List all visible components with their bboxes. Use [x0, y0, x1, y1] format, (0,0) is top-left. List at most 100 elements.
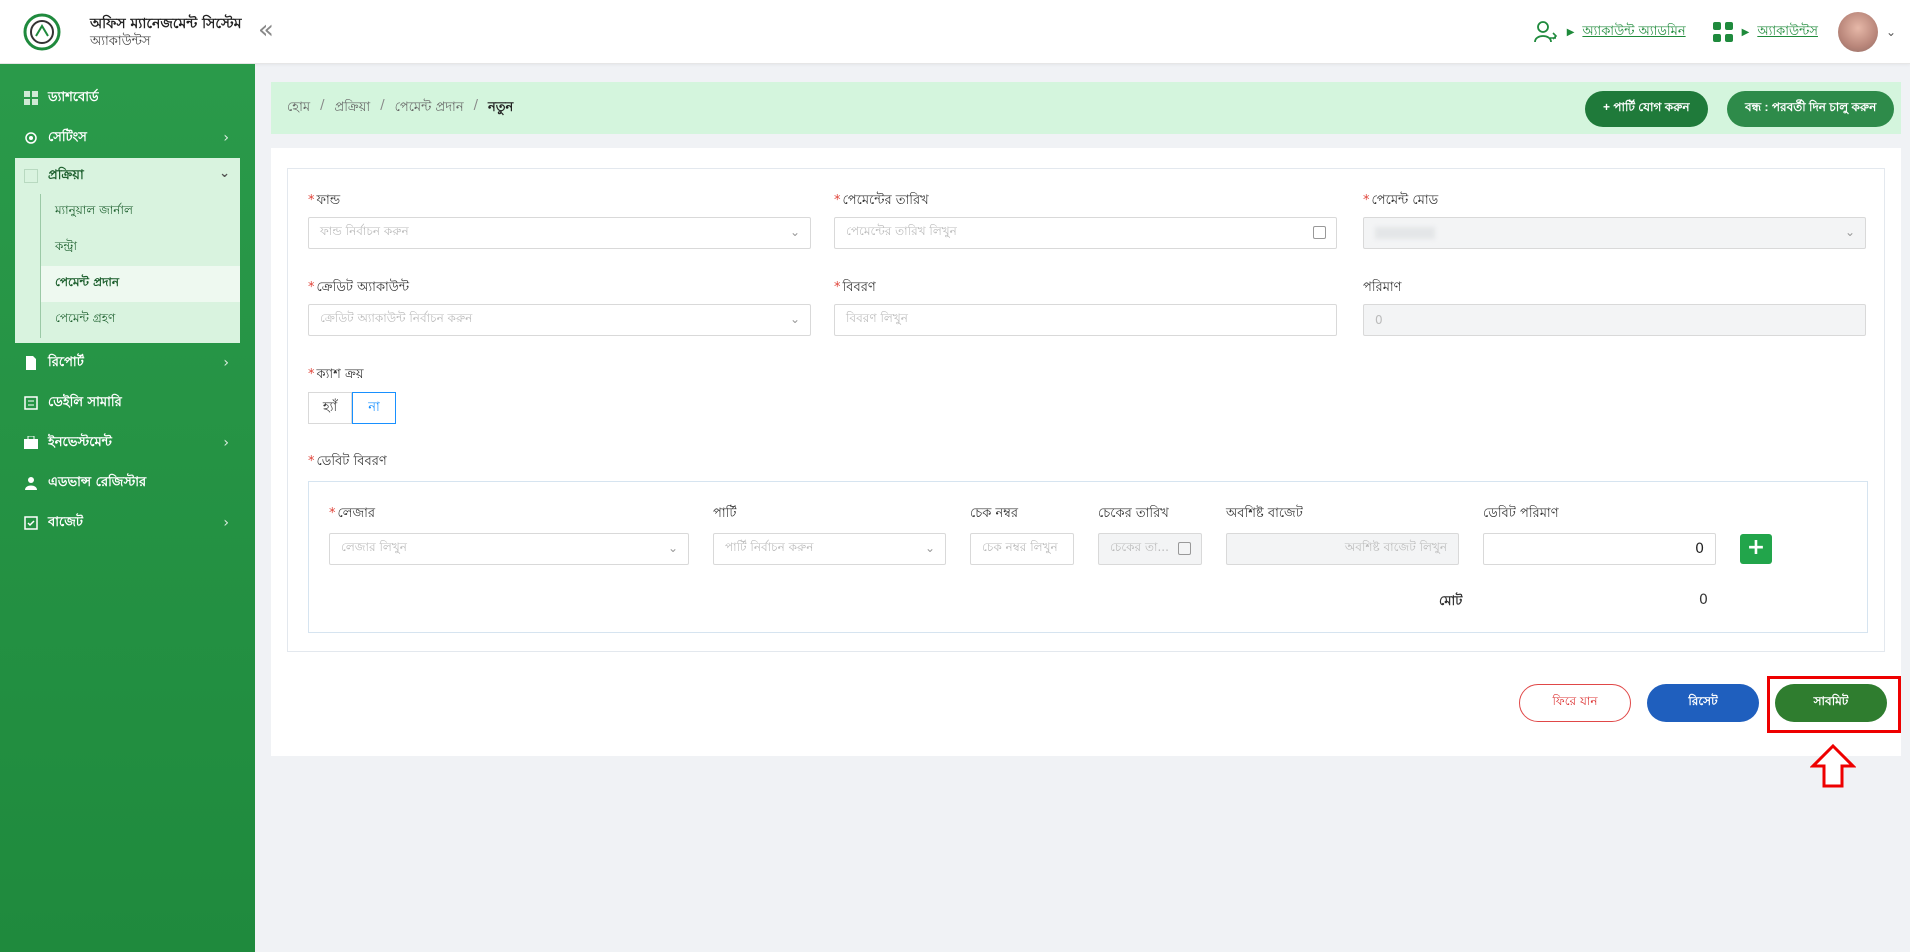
breadcrumb-separator: / — [473, 98, 478, 113]
gear-icon — [24, 131, 38, 145]
sidebar-item-label: বাজেট — [48, 514, 83, 530]
sidebar-item-label: সেটিংস — [48, 129, 87, 145]
ledger-label: * লেজার — [329, 506, 376, 521]
caret-right-icon: ▶ — [1741, 26, 1750, 38]
debit-amount-input[interactable]: 0 — [1483, 533, 1716, 565]
sidebar-item-advance-register[interactable]: এডভান্স রেজিস্টার — [0, 463, 255, 503]
payment-mode-select[interactable]: ⌄ — [1363, 217, 1866, 249]
sidebar-item-budget[interactable]: বাজেট › — [0, 503, 255, 543]
process-submenu-list: ম্যানুয়াল জার্নাল কন্ট্রা পেমেন্ট প্রদা… — [40, 194, 240, 338]
payment-date-input[interactable]: পেমেন্টের তারিখ লিখুন — [834, 217, 1337, 249]
chevron-down-icon: ⌄ — [789, 225, 800, 239]
mra-logo-icon — [23, 13, 61, 51]
main-panel: * ফান্ড ফান্ড নির্বাচন করুন ⌄ * পেমেন্টের … — [271, 148, 1901, 756]
top-header: অফিস ম্যানেজমেন্ট সিস্টেম অ্যাকাউন্টস « … — [0, 0, 1910, 64]
breadcrumb-bar: হোম / প্রক্রিয়া / পেমেন্ট প্রদান / নতুন… — [271, 82, 1901, 134]
chevron-right-icon: › — [223, 515, 229, 531]
chevron-down-icon: ⌄ — [924, 541, 935, 555]
cheque-number-input[interactable]: চেক নম্বর লিখুন — [970, 533, 1074, 565]
apps-grid-icon[interactable] — [1712, 21, 1734, 43]
remaining-budget-input: অবশিষ্ট বাজেট লিখুন — [1226, 533, 1459, 565]
blurred-value — [1375, 227, 1435, 239]
cash-yes-option[interactable]: হ্যাঁ — [308, 392, 352, 424]
module-link[interactable]: অ্যাকাউন্টস — [1757, 22, 1818, 43]
dashboard-icon — [24, 91, 38, 105]
total-label: মোট — [1439, 594, 1463, 609]
sidebar-subitem-payment-give[interactable]: পেমেন্ট প্রদান — [41, 266, 240, 302]
credit-account-label: * ক্রেডিট অ্যাকাউন্ট — [308, 280, 410, 295]
cheque-date-label: চেকের তারিখ — [1098, 506, 1169, 521]
sidebar-item-label: ডেইলি সামারি — [48, 394, 122, 410]
credit-account-select[interactable]: ক্রেডিট অ্যাকাউন্ট নির্বাচন করুন ⌄ — [308, 304, 811, 336]
header-right: ▶ অ্যাকাউন্ট অ্যাডমিন ▶ অ্যাকাউন্টস ⌄ — [1533, 12, 1896, 52]
cash-purchase-label: * ক্যাশ ক্রয় — [308, 367, 364, 382]
sidebar-item-settings[interactable]: সেটিংস › — [0, 118, 255, 158]
chevron-right-icon: › — [223, 130, 229, 146]
fund-label: * ফান্ড — [308, 193, 341, 208]
breadcrumb-separator: / — [380, 98, 385, 113]
party-select[interactable]: পার্টি নির্বাচন করুন ⌄ — [713, 533, 946, 565]
budget-icon — [24, 516, 38, 530]
sidebar-item-daily-summary[interactable]: ডেইলি সামারি — [0, 383, 255, 423]
fund-select[interactable]: ফান্ড নির্বাচন করুন ⌄ — [308, 217, 811, 249]
payment-form: * ফান্ড ফান্ড নির্বাচন করুন ⌄ * পেমেন্টের … — [287, 168, 1885, 652]
add-party-button[interactable]: + পার্টি যোগ করুন — [1585, 91, 1708, 127]
calendar-icon — [1313, 226, 1326, 239]
chevron-down-icon: ⌄ — [1844, 225, 1855, 239]
avatar[interactable] — [1837, 12, 1878, 52]
payment-mode-label: * পেমেন্ট মোড — [1363, 193, 1439, 208]
caret-right-icon: ▶ — [1566, 26, 1575, 38]
description-input[interactable]: বিবরণ লিখুন — [834, 304, 1337, 336]
sidebar-item-label: এডভান্স রেজিস্টার — [48, 474, 147, 490]
cheque-date-input[interactable]: চেকের তা... — [1098, 533, 1202, 565]
sidebar-item-report[interactable]: রিপোর্ট › — [0, 343, 255, 383]
sidebar-item-label: ইনভেস্টমেন্ট — [48, 434, 112, 450]
register-icon — [24, 476, 38, 490]
cheque-number-label: চেক নম্বর — [970, 506, 1019, 521]
sidebar-item-process[interactable]: প্রক্রিয়া ⌄ — [15, 158, 240, 194]
report-icon — [24, 356, 38, 370]
sidebar: ড্যাশবোর্ড সেটিংস › প্রক্রিয়া ⌄ ম্যানুয… — [0, 64, 255, 952]
arrow-up-icon — [1810, 744, 1856, 788]
user-role-link[interactable]: অ্যাকাউন্ট অ্যাডমিন — [1582, 22, 1685, 43]
breadcrumb: হোম / প্রক্রিয়া / পেমেন্ট প্রদান / নতুন — [287, 98, 513, 119]
amount-label: পরিমাণ — [1363, 280, 1402, 295]
process-icon — [24, 169, 38, 183]
chevron-down-icon: ⌄ — [667, 541, 678, 555]
amount-input: 0 — [1363, 304, 1866, 336]
chevron-right-icon: › — [223, 435, 229, 451]
user-switch-icon[interactable] — [1533, 20, 1559, 44]
back-button[interactable]: ফিরে যান — [1519, 684, 1631, 722]
app-subtitle: অ্যাকাউন্টস — [90, 34, 151, 49]
cash-no-option[interactable]: না — [352, 392, 396, 424]
debit-details-label: * ডেবিট বিবরণ — [308, 454, 387, 469]
description-label: * বিবরণ — [834, 280, 876, 295]
debit-details-box: * লেজার লেজার লিখুন ⌄ পার্টি পার্টি নির্ব… — [308, 481, 1868, 633]
investment-icon — [24, 435, 38, 450]
chevron-down-icon[interactable]: ⌄ — [1886, 25, 1896, 39]
breadcrumb-payment[interactable]: পেমেন্ট প্রদান — [395, 98, 464, 119]
close-day-button[interactable]: বন্ধ : পরবর্তী দিন চালু করুন — [1727, 91, 1895, 127]
sidebar-subitem-manual-journal[interactable]: ম্যানুয়াল জার্নাল — [41, 194, 240, 230]
sidebar-item-label: ড্যাশবোর্ড — [48, 89, 99, 105]
submit-highlight-box — [1767, 676, 1901, 733]
sidebar-item-investment[interactable]: ইনভেস্টমেন্ট › — [0, 423, 255, 463]
sidebar-item-label: রিপোর্ট — [48, 354, 84, 370]
party-label: পার্টি — [713, 506, 737, 521]
remaining-budget-label: অবশিষ্ট বাজেট — [1226, 506, 1303, 521]
process-submenu: প্রক্রিয়া ⌄ ম্যানুয়াল জার্নাল কন্ট্রা … — [15, 158, 240, 343]
sidebar-subitem-payment-receive[interactable]: পেমেন্ট গ্রহণ — [41, 302, 240, 338]
collapse-sidebar-icon[interactable]: « — [258, 16, 274, 44]
calendar-icon — [1178, 542, 1191, 555]
ledger-select[interactable]: লেজার লিখুন ⌄ — [329, 533, 689, 565]
breadcrumb-home[interactable]: হোম — [287, 98, 310, 119]
reset-button[interactable]: রিসেট — [1647, 684, 1759, 722]
sidebar-subitem-contra[interactable]: কন্ট্রা — [41, 230, 240, 266]
add-row-button[interactable]: + — [1740, 534, 1772, 564]
sidebar-item-dashboard[interactable]: ড্যাশবোর্ড — [0, 78, 255, 118]
breadcrumb-process[interactable]: প্রক্রিয়া — [334, 98, 370, 119]
payment-date-label: * পেমেন্টের তারিখ — [834, 193, 929, 208]
chevron-down-icon: ⌄ — [219, 166, 230, 181]
chevron-down-icon: ⌄ — [789, 312, 800, 326]
cash-purchase-toggle: হ্যাঁ না — [308, 392, 396, 424]
